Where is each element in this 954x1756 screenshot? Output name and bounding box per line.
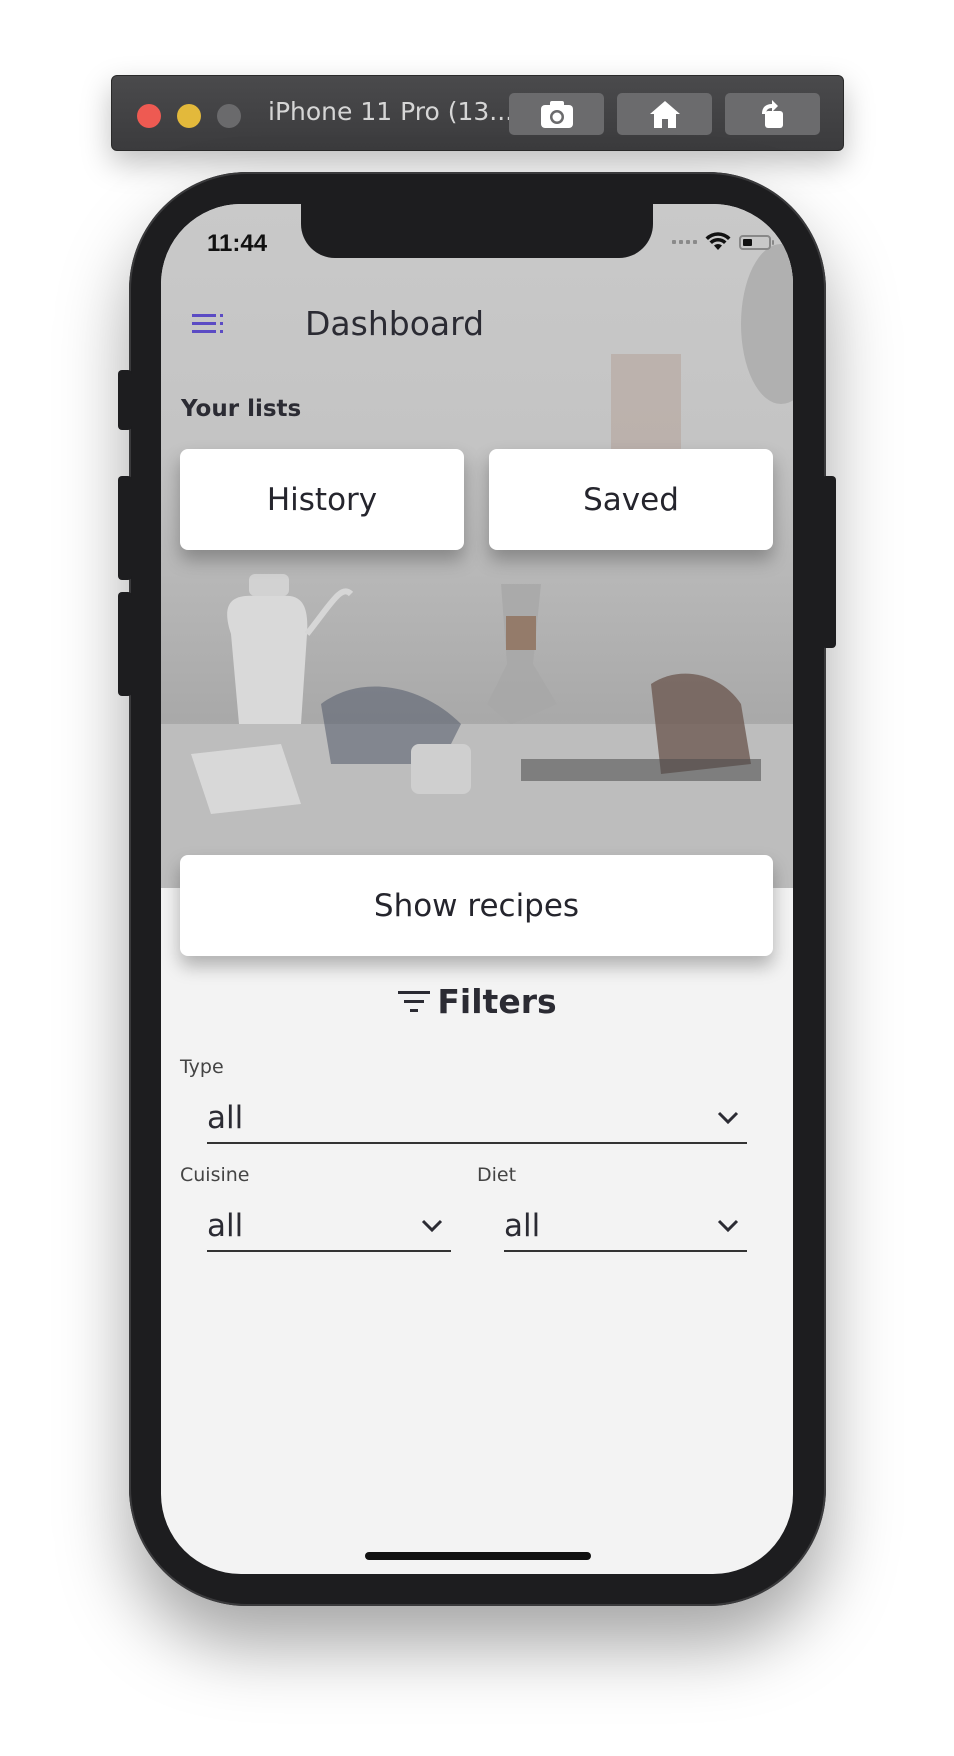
type-label: Type [180,1056,224,1078]
cuisine-value: all [207,1208,244,1244]
chevron-down-icon [421,1219,443,1233]
volume-up-button [118,476,132,580]
cellular-signal-icon [672,240,697,244]
history-button[interactable]: History [180,449,464,550]
home-indicator[interactable] [365,1552,591,1560]
type-value: all [207,1100,244,1136]
history-label: History [266,481,378,518]
battery-icon [739,234,774,250]
saved-button[interactable]: Saved [489,449,773,550]
chevron-down-icon [717,1111,739,1125]
saved-label: Saved [583,481,679,518]
close-window-button[interactable] [137,104,161,128]
show-recipes-button[interactable]: Show recipes [180,855,773,956]
status-time: 11:44 [207,230,268,257]
filters-heading: Filters [161,982,793,1021]
type-select[interactable]: all [207,1094,747,1144]
home-button[interactable] [617,93,712,135]
your-lists-label: Your lists [181,396,302,422]
mute-switch [118,370,132,430]
screenshot-button[interactable] [509,93,604,135]
volume-down-button [118,592,132,696]
simulator-title: iPhone 11 Pro (13.... [268,97,522,126]
diet-value: all [504,1208,541,1244]
wifi-icon [705,232,731,250]
status-icons [672,232,774,252]
zoom-window-button[interactable] [217,104,241,128]
app-screen: 11:44 Dashboard Your lists History Saved… [161,204,793,1574]
power-button [822,476,836,648]
screenshot-icon [540,101,573,128]
filter-icon [398,990,431,1012]
menu-icon[interactable] [192,312,226,336]
diet-select[interactable]: all [504,1202,747,1252]
home-icon [649,101,680,128]
simulator-toolbar: iPhone 11 Pro (13.... [111,75,844,151]
cuisine-label: Cuisine [180,1164,250,1186]
filters-title: Filters [437,982,557,1021]
chevron-down-icon [717,1219,739,1233]
notch [301,204,653,258]
rotate-icon [761,100,783,128]
rotate-button[interactable] [725,93,820,135]
page-title: Dashboard [305,304,485,343]
cuisine-select[interactable]: all [207,1202,451,1252]
show-recipes-label: Show recipes [373,887,580,924]
minimize-window-button[interactable] [177,104,201,128]
diet-label: Diet [477,1164,517,1186]
